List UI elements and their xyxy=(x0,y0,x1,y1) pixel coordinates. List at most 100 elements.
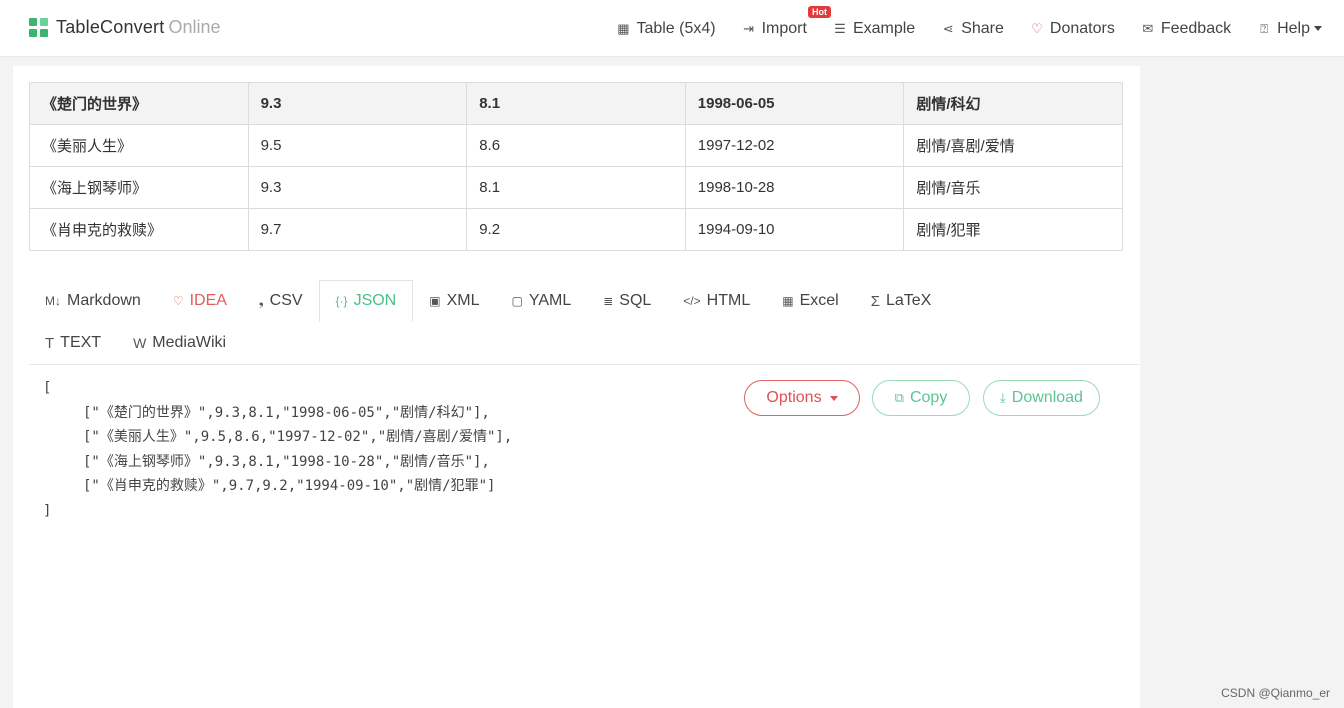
share-icon: ⋖ xyxy=(942,20,954,36)
tab-idea[interactable]: ♡ IDEA xyxy=(157,280,243,322)
code-line: ] xyxy=(43,502,52,519)
nav-feedback-label: Feedback xyxy=(1160,19,1232,37)
table-cell[interactable]: 《肖申克的救赎》 xyxy=(29,208,249,251)
nav-feedback[interactable]: ✉ Feedback xyxy=(1141,20,1231,38)
markdown-icon: M↓ xyxy=(45,294,61,308)
table-cell[interactable]: 9.2 xyxy=(466,208,686,251)
table-cell[interactable]: 1998-06-05 xyxy=(684,82,905,125)
nav-example[interactable]: ☰ Example xyxy=(833,20,915,38)
nav-donators[interactable]: ♡ Donators xyxy=(1030,20,1115,38)
chevron-down-icon xyxy=(1314,26,1322,31)
tab-html[interactable]: </> HTML xyxy=(667,280,766,322)
nav-import-label: Import xyxy=(761,19,807,37)
main-panel: 《楚门的世界》 9.3 8.1 1998-06-05 剧情/科幻 《美丽人生》 … xyxy=(13,66,1140,708)
table-cell[interactable]: 1997-12-02 xyxy=(684,124,905,167)
options-label: Options xyxy=(766,389,822,406)
heart-icon: ♡ xyxy=(1031,20,1043,36)
table-cell[interactable]: 9.3 xyxy=(247,82,468,125)
nav-share[interactable]: ⋖ Share xyxy=(941,20,1004,38)
nav-menu: ▦ Table (5x4) ⇥ Import Hot ☰ Example ⋖ S… xyxy=(590,0,1322,57)
watermark: CSDN @Qianmo_er xyxy=(1221,686,1330,700)
tab-mediawiki[interactable]: W MediaWiki xyxy=(117,322,242,364)
json-icon: {·} xyxy=(335,294,348,308)
tab-label: SQL xyxy=(619,292,652,309)
format-tabs: M↓ Markdown ♡ IDEA ❟ CSV {·} JSON ▣ XML … xyxy=(29,280,1139,365)
table-cell[interactable]: 剧情/音乐 xyxy=(903,166,1123,209)
table-cell[interactable]: 《美丽人生》 xyxy=(29,124,249,167)
table-cell[interactable]: 9.5 xyxy=(247,124,468,167)
tab-csv[interactable]: ❟ CSV xyxy=(243,280,319,322)
tab-label: Markdown xyxy=(67,292,141,309)
copy-icon: ⧉ xyxy=(894,390,904,405)
sigma-icon: Σ xyxy=(870,292,880,310)
hot-badge: Hot xyxy=(807,5,831,18)
tab-label: IDEA xyxy=(189,292,227,309)
tab-yaml[interactable]: ▢ YAML xyxy=(495,280,587,322)
nav-help-label: Help xyxy=(1277,19,1310,37)
top-navbar: TableConvert Online ▦ Table (5x4) ⇥ Impo… xyxy=(0,0,1344,57)
table-header-row: 《楚门的世界》 9.3 8.1 1998-06-05 剧情/科幻 xyxy=(29,82,1123,125)
code-line: ["《肖申克的救赎》",9.7,9.2,"1994-09-10","剧情/犯罪"… xyxy=(83,478,496,494)
output-code[interactable]: [["《楚门的世界》",9.3,8.1,"1998-06-05","剧情/科幻"… xyxy=(43,376,512,523)
table-cell[interactable]: 剧情/犯罪 xyxy=(903,208,1123,251)
nav-donators-label: Donators xyxy=(1049,19,1115,37)
code-line: ["《海上钢琴师》",9.3,8.1,"1998-10-28","剧情/音乐"]… xyxy=(83,453,490,470)
table-cell[interactable]: 《海上钢琴师》 xyxy=(29,166,249,209)
data-table: 《楚门的世界》 9.3 8.1 1998-06-05 剧情/科幻 《美丽人生》 … xyxy=(29,82,1123,251)
table-cell[interactable]: 剧情/喜剧/爱情 xyxy=(903,124,1123,167)
chevron-down-icon xyxy=(829,395,838,401)
tab-label: YAML xyxy=(528,292,572,309)
nav-table[interactable]: ▦ Table (5x4) xyxy=(616,20,715,38)
table-cell[interactable]: 9.3 xyxy=(247,166,468,209)
table-cell[interactable]: 9.7 xyxy=(247,208,468,251)
code-line: [ xyxy=(43,380,52,396)
table-cell[interactable]: 8.1 xyxy=(466,82,686,125)
download-button[interactable]: ⤓ Download xyxy=(983,380,1100,416)
tab-markdown[interactable]: M↓ Markdown xyxy=(29,280,157,322)
tab-label: JSON xyxy=(353,292,397,309)
download-icon: ⤓ xyxy=(1000,390,1006,405)
tab-text[interactable]: T TEXT xyxy=(29,322,117,364)
table-cell[interactable]: 1998-10-28 xyxy=(684,166,905,209)
tab-label: XML xyxy=(446,292,480,309)
tab-latex[interactable]: Σ LaTeX xyxy=(855,280,948,322)
options-button[interactable]: Options xyxy=(744,380,860,416)
download-label: Download xyxy=(1011,389,1083,406)
nav-help[interactable]: ⍰ Help xyxy=(1257,20,1322,38)
tab-row-1: M↓ Markdown ♡ IDEA ❟ CSV {·} JSON ▣ XML … xyxy=(29,280,1139,322)
mail-icon: ✉ xyxy=(1142,20,1154,36)
database-icon: ≣ xyxy=(603,294,614,308)
table-cell[interactable]: 1994-09-10 xyxy=(684,208,905,251)
code-icon: </> xyxy=(683,294,701,308)
table-cell[interactable]: 《楚门的世界》 xyxy=(29,82,249,125)
yaml-icon: ▢ xyxy=(511,294,523,308)
excel-icon: ▦ xyxy=(782,294,794,308)
tab-label: LaTeX xyxy=(885,292,932,309)
brand-name: TableConvert xyxy=(56,17,165,37)
csv-icon: ❟ xyxy=(258,293,264,308)
table-row: 《海上钢琴师》 9.3 8.1 1998-10-28 剧情/音乐 xyxy=(29,166,1123,209)
tab-divider xyxy=(29,364,1139,365)
table-cell[interactable]: 8.6 xyxy=(466,124,686,167)
table-row: 《肖申克的救赎》 9.7 9.2 1994-09-10 剧情/犯罪 xyxy=(29,208,1123,251)
table-cell[interactable]: 8.1 xyxy=(466,166,686,209)
tab-label: Excel xyxy=(799,292,839,309)
tab-excel[interactable]: ▦ Excel xyxy=(766,280,854,322)
brand-sub: Online xyxy=(168,17,221,37)
tab-label: MediaWiki xyxy=(152,334,227,351)
lightbulb-icon: ♡ xyxy=(172,294,184,308)
nav-table-label: Table (5x4) xyxy=(636,19,716,37)
tab-json[interactable]: {·} JSON xyxy=(318,280,414,322)
example-icon: ☰ xyxy=(834,20,846,36)
copy-label: Copy xyxy=(909,389,948,406)
table-icon: ▦ xyxy=(617,20,630,36)
table-cell[interactable]: 剧情/科幻 xyxy=(903,82,1123,125)
text-icon: T xyxy=(45,334,55,352)
nav-import[interactable]: ⇥ Import Hot xyxy=(742,5,831,38)
tab-xml[interactable]: ▣ XML xyxy=(413,280,495,322)
copy-button[interactable]: ⧉ Copy xyxy=(872,380,970,416)
brand[interactable]: TableConvert Online xyxy=(29,17,221,38)
tab-sql[interactable]: ≣ SQL xyxy=(587,280,667,322)
nav-share-label: Share xyxy=(961,19,1004,37)
table-row: 《美丽人生》 9.5 8.6 1997-12-02 剧情/喜剧/爱情 xyxy=(29,124,1123,167)
